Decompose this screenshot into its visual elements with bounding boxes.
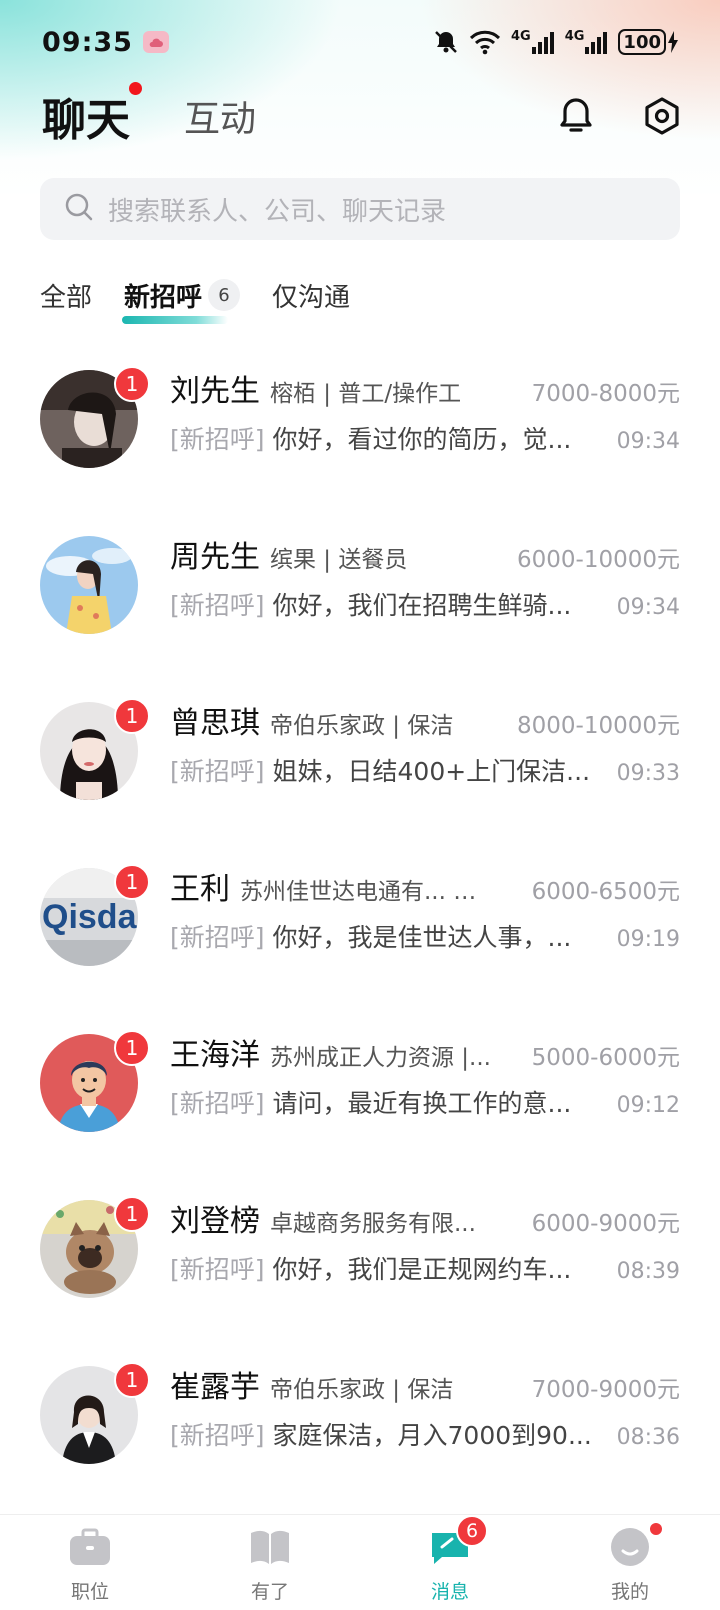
filter-only-chat[interactable]: 仅沟通	[272, 277, 350, 314]
nav-messages[interactable]: 6 消息	[360, 1515, 540, 1610]
nav-jobs-label: 职位	[70, 1581, 109, 1603]
message-preview: 你好，看过你的简历，觉...	[272, 425, 572, 454]
briefcase-icon	[68, 1527, 112, 1571]
bottom-navigation: 职位 有了 6 消息 我的	[0, 1514, 720, 1610]
salary-range: 6000-10000元	[517, 547, 680, 573]
unread-badge: 1	[114, 1030, 150, 1066]
message-preview: 你好，我们在招聘生鲜骑...	[272, 591, 572, 620]
search-input[interactable]: 搜索联系人、公司、聊天记录	[40, 178, 680, 240]
contact-name: 崔露芋	[170, 1370, 260, 1405]
company-position: 帝伯乐家政 | 保洁	[270, 713, 454, 739]
message-time: 08:36	[616, 1425, 680, 1450]
salary-range: 6000-9000元	[531, 1211, 680, 1237]
nav-messages-badge: 6	[456, 1515, 488, 1547]
company-position: 帝伯乐家政 | 保洁	[270, 1377, 454, 1403]
page-header: 聊天 互动	[42, 82, 682, 146]
unread-badge: 1	[114, 864, 150, 900]
contact-name: 刘登榜	[170, 1204, 260, 1239]
battery-icon: 100	[618, 29, 678, 55]
message-preview: 姐妹，日结400+上门保洁...	[272, 757, 591, 786]
contact-name: 周先生	[170, 540, 260, 575]
wifi-icon	[469, 29, 501, 55]
chat-item-5[interactable]: 1 刘登榜 卓越商务服务有限... 6000-9000元 [新招呼] 你好，我们…	[0, 1172, 720, 1338]
book-icon	[248, 1527, 292, 1571]
tab-chat-red-dot	[129, 82, 142, 95]
cellular-signal-icon-2: 4G	[565, 29, 609, 55]
nav-messages-label: 消息	[430, 1581, 469, 1603]
message-preview: 请问，最近有换工作的意...	[272, 1089, 572, 1118]
message-tag: [新招呼]	[170, 1255, 265, 1284]
message-tag: [新招呼]	[170, 1089, 265, 1118]
nav-youle-label: 有了	[250, 1581, 289, 1603]
avatar	[40, 536, 138, 634]
company-position: 缤果 | 送餐员	[270, 547, 408, 573]
message-tag: [新招呼]	[170, 923, 265, 952]
company-logo-lettering: Qisda	[42, 898, 138, 936]
chat-list: 1 刘先生 榕栢 | 普工/操作工 7000-8000元 [新招呼] 你好，看过…	[0, 342, 720, 1504]
filter-new-greeting[interactable]: 新招呼 6	[122, 277, 241, 324]
message-preview: 你好，我们是正规网约车...	[272, 1255, 572, 1284]
company-position: 卓越商务服务有限...	[270, 1211, 476, 1237]
tab-chat[interactable]: 聊天	[42, 82, 142, 148]
active-tab-underline	[122, 315, 229, 324]
message-preview: 你好，我是佳世达人事，...	[272, 923, 572, 952]
nav-mine-red-dot	[650, 1523, 662, 1535]
message-time: 09:33	[616, 761, 680, 786]
message-tag: [新招呼]	[170, 757, 265, 786]
contact-name: 曾思琪	[170, 706, 260, 741]
message-time: 09:12	[616, 1093, 680, 1118]
filter-all[interactable]: 全部	[40, 277, 92, 314]
nav-youle[interactable]: 有了	[180, 1515, 360, 1610]
company-position: 榕栢 | 普工/操作工	[270, 381, 462, 407]
mute-bell-icon	[433, 29, 459, 55]
chat-item-0[interactable]: 1 刘先生 榕栢 | 普工/操作工 7000-8000元 [新招呼] 你好，看过…	[0, 342, 720, 508]
message-tag: [新招呼]	[170, 1421, 265, 1450]
settings-gear-icon[interactable]	[642, 96, 682, 136]
status-time: 09:35	[42, 26, 133, 58]
message-tag: [新招呼]	[170, 591, 265, 620]
contact-name: 王利	[170, 872, 230, 907]
company-position: 苏州成正人力资源 |...	[270, 1045, 491, 1071]
salary-range: 8000-10000元	[517, 713, 680, 739]
salary-range: 5000-6000元	[531, 1045, 680, 1071]
chat-item-1[interactable]: 周先生 缤果 | 送餐员 6000-10000元 [新招呼] 你好，我们在招聘生…	[0, 508, 720, 674]
nav-jobs[interactable]: 职位	[0, 1515, 180, 1610]
company-position: 苏州佳世达电通有... |...	[240, 879, 480, 905]
search-icon	[64, 192, 94, 226]
message-time: 09:34	[616, 595, 680, 620]
salary-range: 7000-9000元	[531, 1377, 680, 1403]
unread-badge: 1	[114, 1362, 150, 1398]
chat-item-4[interactable]: 1 王海洋 苏州成正人力资源 |... 5000-6000元 [新招呼] 请问，…	[0, 1006, 720, 1172]
message-tag: [新招呼]	[170, 425, 265, 454]
unread-badge: 1	[114, 366, 150, 402]
chat-item-2[interactable]: 1 曾思琪 帝伯乐家政 | 保洁 8000-10000元 [新招呼] 姐妹，日结…	[0, 674, 720, 840]
unread-badge: 1	[114, 1196, 150, 1232]
message-time: 09:34	[616, 429, 680, 454]
unread-badge: 1	[114, 698, 150, 734]
message-time: 09:19	[616, 927, 680, 952]
cellular-signal-icon: 4G	[511, 29, 555, 55]
contact-name: 王海洋	[170, 1038, 260, 1073]
chat-item-3[interactable]: Qisda 1 王利 苏州佳世达电通有... |... 6000-6500元 […	[0, 840, 720, 1006]
cloud-app-icon	[142, 31, 169, 53]
nav-mine-label: 我的	[610, 1581, 649, 1603]
status-bar: 09:35 4G 4G 100	[0, 0, 720, 84]
salary-range: 7000-8000元	[531, 381, 680, 407]
profile-smile-icon	[608, 1527, 652, 1571]
chat-item-6[interactable]: 1 崔露芋 帝伯乐家政 | 保洁 7000-9000元 [新招呼] 家庭保洁，月…	[0, 1338, 720, 1504]
nav-mine[interactable]: 我的	[540, 1515, 720, 1610]
tab-chat-label: 聊天	[42, 95, 130, 146]
message-time: 08:39	[616, 1259, 680, 1284]
filter-tabs: 全部 新招呼 6 仅沟通	[40, 270, 350, 324]
search-placeholder: 搜索联系人、公司、聊天记录	[108, 196, 447, 227]
contact-name: 刘先生	[170, 374, 260, 409]
filter-new-greeting-count: 6	[208, 279, 241, 311]
salary-range: 6000-6500元	[531, 879, 680, 905]
notification-bell-icon[interactable]	[556, 96, 596, 136]
filter-new-greeting-label: 新招呼	[124, 282, 203, 313]
tab-interact[interactable]: 互动	[184, 90, 256, 142]
message-preview: 家庭保洁，月入7000到90...	[272, 1421, 592, 1450]
